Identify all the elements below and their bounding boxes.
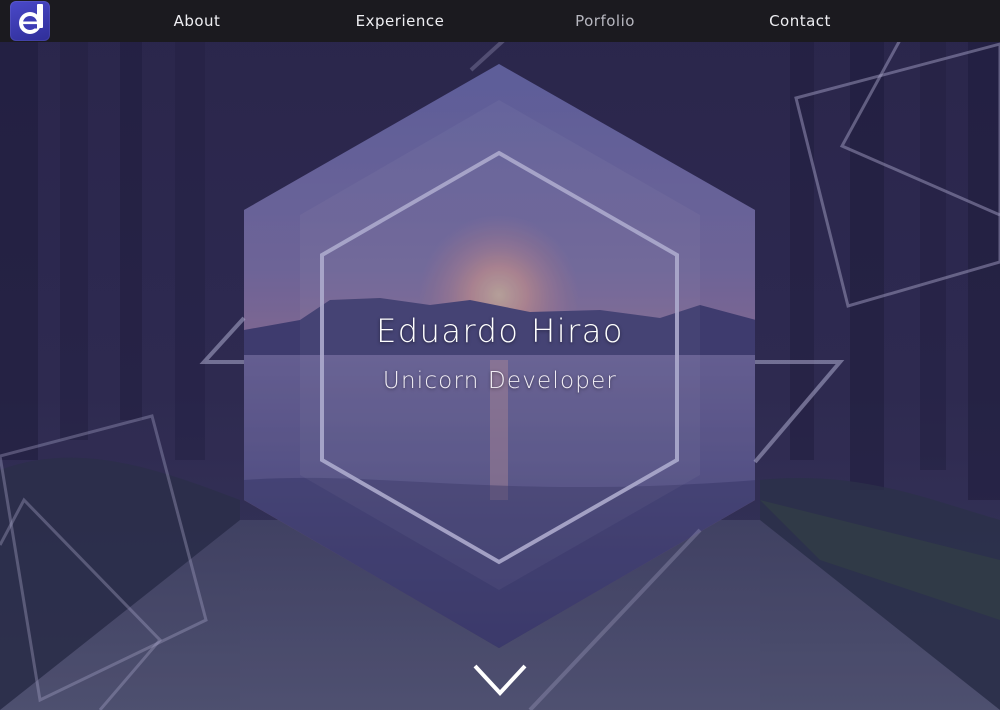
top-navigation-bar: About Experience Porfolio Contact — [0, 0, 1000, 42]
chevron-down-icon — [473, 664, 527, 696]
background-illustration — [0, 0, 1000, 710]
hero-role: Unicorn Developer — [382, 368, 618, 394]
nav-link-contact[interactable]: Contact — [769, 12, 831, 30]
nav-link-about[interactable]: About — [174, 12, 221, 30]
site-logo[interactable] — [10, 1, 50, 41]
hero-section — [0, 0, 1000, 710]
nav-link-experience[interactable]: Experience — [356, 12, 445, 30]
d-logo-icon — [19, 4, 43, 34]
scroll-down-button[interactable] — [472, 660, 528, 700]
nav-link-portfolio[interactable]: Porfolio — [575, 12, 635, 30]
hero-name: Eduardo Hirao — [376, 312, 624, 350]
